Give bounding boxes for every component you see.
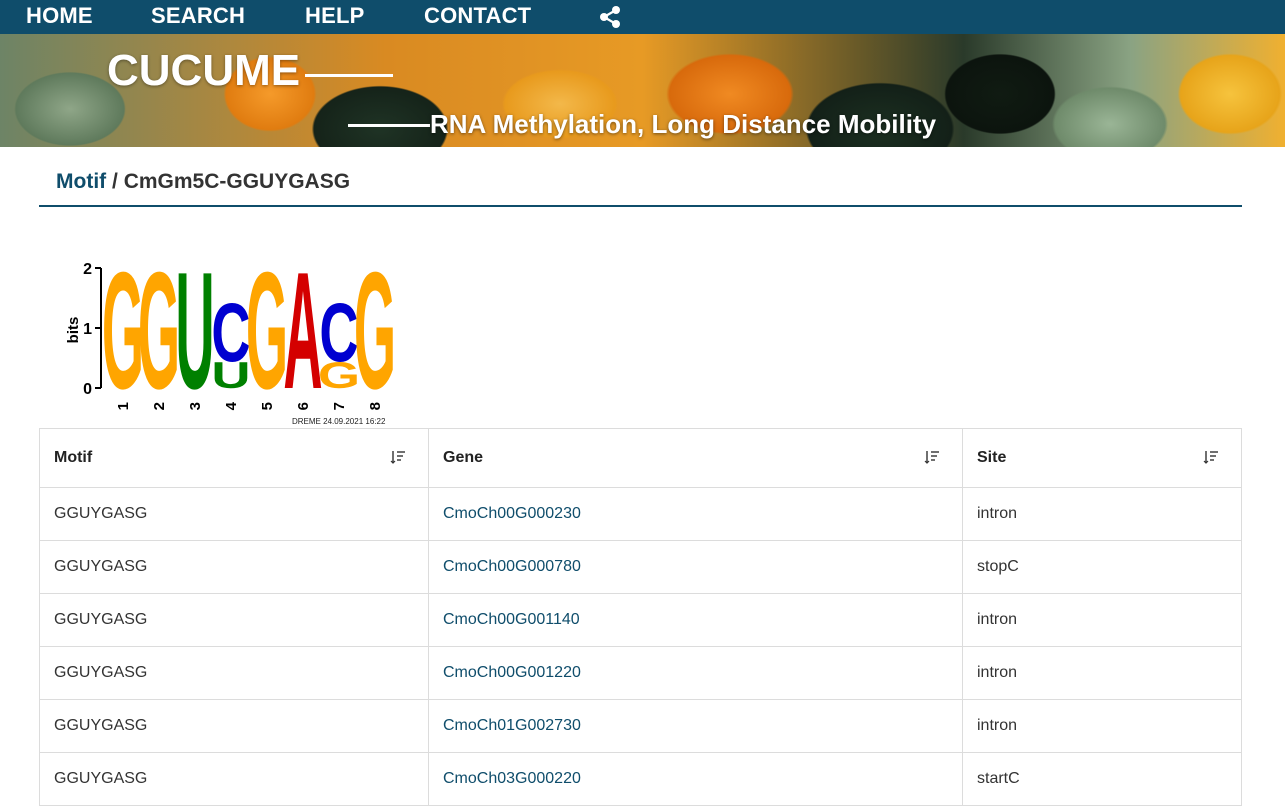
- title-dash-decoration: [305, 74, 393, 77]
- header-motif-label: Motif: [54, 449, 93, 466]
- logo-y-tick-label: 0: [83, 381, 92, 398]
- logo-letter: U: [175, 255, 214, 424]
- header-gene[interactable]: Gene: [428, 428, 963, 488]
- logo-letter: G: [138, 255, 180, 424]
- site-title: CUCUME: [107, 46, 301, 95]
- logo-caption: DREME 24.09.2021 16:22: [292, 417, 386, 426]
- nav-search-link[interactable]: SEARCH: [151, 3, 245, 29]
- sort-icon[interactable]: [390, 450, 406, 464]
- breadcrumb-current: CmGm5C-GGUYGASG: [123, 170, 351, 193]
- logo-position-label: 7: [331, 402, 348, 410]
- table-row: GGUYGASG CmoCh00G000230 intron: [39, 487, 1242, 541]
- cell-gene: CmoCh00G001220: [428, 646, 963, 700]
- nav-help-link[interactable]: HELP: [305, 3, 364, 29]
- gene-link[interactable]: CmoCh03G000220: [443, 770, 581, 787]
- header-site[interactable]: Site: [962, 428, 1242, 488]
- gene-link[interactable]: CmoCh00G000230: [443, 505, 581, 522]
- cell-gene: CmoCh03G000220: [428, 752, 963, 806]
- header-gene-label: Gene: [443, 449, 484, 466]
- table-header-row: Motif Gene Site: [39, 428, 1242, 488]
- table-row: GGUYGASG CmoCh00G001140 intron: [39, 593, 1242, 647]
- cell-gene: CmoCh01G002730: [428, 699, 963, 753]
- subtitle-dash-decoration: [348, 124, 430, 127]
- header-site-label: Site: [977, 449, 1007, 466]
- logo-y-tick-label: 1: [83, 321, 92, 338]
- cell-gene: CmoCh00G000780: [428, 540, 963, 594]
- logo-letter: C: [211, 285, 250, 379]
- cell-motif: GGUYGASG: [39, 646, 429, 700]
- cell-motif: GGUYGASG: [39, 593, 429, 647]
- cell-gene: CmoCh00G000230: [428, 487, 963, 541]
- sequence-logo: bits 01212345678 GGUUCGAGCG DREME 24.09.…: [55, 239, 415, 430]
- sort-icon[interactable]: [1203, 450, 1219, 464]
- table-row: GGUYGASG CmoCh01G002730 intron: [39, 699, 1242, 753]
- nav-home-link[interactable]: HOME: [26, 3, 93, 29]
- cell-motif: GGUYGASG: [39, 540, 429, 594]
- nav-contact-link[interactable]: CONTACT: [424, 3, 531, 29]
- share-icon[interactable]: [598, 6, 622, 28]
- logo-y-tick-label: 2: [83, 261, 92, 278]
- breadcrumb: Motif / CmGm5C-GGUYGASG: [56, 170, 350, 194]
- sort-icon[interactable]: [924, 450, 940, 464]
- header-banner: CUCUME RNA Methylation, Long Distance Mo…: [0, 34, 1285, 147]
- gene-link[interactable]: CmoCh01G002730: [443, 717, 581, 734]
- table-row: GGUYGASG CmoCh03G000220 startC: [39, 752, 1242, 806]
- gene-link[interactable]: CmoCh00G000780: [443, 558, 581, 575]
- header-motif[interactable]: Motif: [39, 428, 429, 488]
- title-divider: [39, 205, 1242, 207]
- gene-link[interactable]: CmoCh00G001220: [443, 664, 581, 681]
- cell-site: intron: [962, 699, 1242, 753]
- cell-gene: CmoCh00G001140: [428, 593, 963, 647]
- cell-motif: GGUYGASG: [39, 487, 429, 541]
- logo-letters: GGUUCGAGCG: [102, 239, 396, 425]
- logo-letter: A: [283, 255, 322, 424]
- motif-site-table: Motif Gene Site GGUYGASG CmoCh00G000230 …: [39, 428, 1242, 806]
- gene-link[interactable]: CmoCh00G001140: [443, 611, 580, 628]
- cell-motif: GGUYGASG: [39, 699, 429, 753]
- logo-letter: C: [319, 285, 358, 379]
- table-row: GGUYGASG CmoCh00G000780 stopC: [39, 540, 1242, 594]
- logo-letter: G: [354, 255, 396, 424]
- sequence-logo-image: bits 0121 2 3 4 5 6 7 8 GGUUCGAGCG DREME 24.09.…: [65, 239, 396, 426]
- site-subtitle: RNA Methylation, Long Distance Mobility: [430, 109, 937, 139]
- table-row: GGUYGASG CmoCh00G001220 intron: [39, 646, 1242, 700]
- cell-motif: GGUYGASG: [39, 752, 429, 806]
- cell-site: intron: [962, 487, 1242, 541]
- cell-site: startC: [962, 752, 1242, 806]
- logo-position-label: 4: [223, 401, 240, 410]
- logo-ylabel: bits: [65, 317, 82, 344]
- cell-site: intron: [962, 593, 1242, 647]
- breadcrumb-separator: /: [112, 170, 118, 193]
- logo-letter: G: [246, 255, 288, 424]
- top-navigation: HOME SEARCH HELP CONTACT: [0, 0, 1285, 34]
- cell-site: intron: [962, 646, 1242, 700]
- cell-site: stopC: [962, 540, 1242, 594]
- breadcrumb-motif-link[interactable]: Motif: [56, 170, 106, 193]
